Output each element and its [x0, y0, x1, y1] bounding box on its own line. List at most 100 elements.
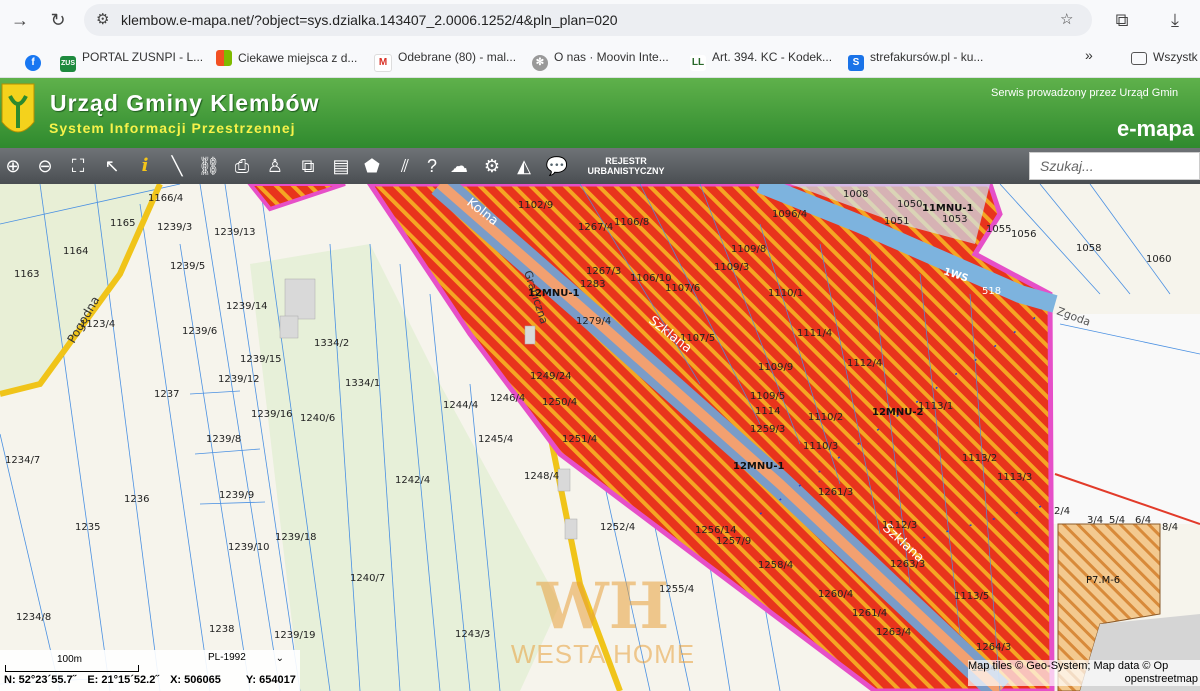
measure-ruler-icon[interactable]: ╲ [165, 154, 189, 178]
site-brand[interactable]: e-mapa [1117, 116, 1194, 142]
layout-icon[interactable]: ▤ [329, 154, 353, 178]
extensions-icon[interactable]: ⧉ [1110, 8, 1134, 32]
parcel-label: 1261/4 [852, 608, 887, 619]
parcel-label: 1109/9 [758, 362, 793, 373]
parcel-label: 1334/1 [345, 378, 380, 389]
layers-copy-icon[interactable]: ⧉ [296, 154, 320, 178]
parcel-label: 1334/2 [314, 338, 349, 349]
moovin-icon: ✻ [532, 55, 548, 71]
map-canvas[interactable]: 1166/4 1165 1239/3 1239/13 1164 1239/5 1… [0, 184, 1200, 691]
parcel-label: 1242/4 [395, 475, 430, 486]
settings-gears-icon[interactable]: ⚙ [480, 154, 504, 178]
parcel-label: 1244/4 [443, 400, 478, 411]
parcel-label: 1248/4 [524, 471, 559, 482]
site-header: Urząd Gminy Klembów System Informacji Pr… [0, 78, 1200, 148]
cursor-coordinates: N: 52°23´55.7˝ E: 21°15´52.2˝ X: 506065 … [4, 674, 304, 686]
crs-value: PL-1992 [208, 652, 246, 663]
parcel-label: 1283 [580, 279, 605, 290]
zone-label: 12MNU-2 [872, 407, 924, 418]
lexlege-icon: LL [690, 55, 706, 71]
parcel-label: 1249/24 [530, 371, 572, 382]
parcel-label: 3/4 [1087, 515, 1103, 526]
bookmark-strefa[interactable]: Sstrefakursów.pl - ku... [848, 50, 983, 71]
gmail-icon: M [374, 54, 392, 72]
map-view[interactable]: 1166/4 1165 1239/3 1239/13 1164 1239/5 1… [0, 184, 1200, 691]
help-icon[interactable]: ? [420, 154, 444, 178]
parcel-label: 1252/4 [600, 522, 635, 533]
bookmark-moovin[interactable]: ✻ O nas · Moovin Inte... [532, 50, 669, 71]
parcel-label: 1239/6 [182, 326, 217, 337]
street-view-icon[interactable]: ♙ [263, 154, 287, 178]
zone-label: P7.M-6 [1086, 575, 1120, 586]
download-icon[interactable]: ⤓ [1163, 8, 1187, 32]
reload-icon[interactable]: ↻ [46, 8, 70, 32]
zoom-extent-icon[interactable]: ⛶ [66, 154, 90, 178]
print-icon[interactable]: ⎙ [230, 154, 254, 178]
select-pointer-icon[interactable]: ↖ [100, 154, 124, 178]
rejestr-urbanistyczny-button[interactable]: REJESTR URBANISTYCZNY [578, 156, 674, 176]
site-title[interactable]: Urząd Gminy Klembów [50, 90, 319, 117]
parcel-label: 1239/3 [157, 222, 192, 233]
shape-icon[interactable]: ⬟ [360, 154, 384, 178]
url-text[interactable]: klembow.e-mapa.net/?object=sys.dzialka.1… [121, 12, 618, 28]
map-attribution: Map tiles © Geo-System; Map data © Op op… [968, 660, 1200, 686]
parcel-label: 1239/14 [226, 301, 268, 312]
parcel-label: 1058 [1076, 243, 1101, 254]
link-icon[interactable]: ⛓ [197, 154, 221, 178]
zone-label: 518 [982, 286, 1001, 297]
parcel-label: 1239/16 [251, 409, 293, 420]
star-icon[interactable]: ☆ [1060, 10, 1073, 28]
zus-icon: ZUS [60, 56, 76, 72]
parcel-label: 1257/9 [716, 536, 751, 547]
hatch-icon[interactable]: ⫽ [393, 154, 417, 178]
attribution-line-1: Map tiles © Geo-System; Map data © Op [968, 660, 1169, 672]
parcel-label: 1060 [1146, 254, 1171, 265]
bookmark-lexlege[interactable]: LL Art. 394. KC - Kodek... [690, 50, 832, 71]
parcel-label: 1239/19 [274, 630, 316, 641]
bookmark-zus[interactable]: ZUS PORTAL ZUSNPI - L... [60, 50, 203, 72]
parcel-label: 1258/4 [758, 560, 793, 571]
parcel-label: 1259/3 [750, 424, 785, 435]
parcel-label: 1239/18 [275, 532, 317, 543]
parcel-label: 1239/12 [218, 374, 260, 385]
scale-bar [5, 665, 139, 672]
terrain-icon[interactable]: ◭ [512, 154, 536, 178]
parcel-label: 1109/8 [731, 244, 766, 255]
forward-arrow-icon[interactable]: → [8, 8, 32, 32]
site-settings-icon[interactable]: ⚙ [96, 10, 109, 28]
coord-n: N: 52°23´55.7˝ [4, 674, 77, 686]
parcel-label: 1250/4 [542, 397, 577, 408]
search-input[interactable] [1029, 152, 1200, 180]
facebook-icon: f [25, 55, 41, 71]
parcel-label: 1260/4 [818, 589, 853, 600]
parcel-label: 1245/4 [478, 434, 513, 445]
all-bookmarks[interactable]: Wszystk [1131, 50, 1198, 65]
attribution-link[interactable]: openstreetmap [968, 673, 1200, 686]
bookmarks-overflow[interactable]: » [1085, 47, 1093, 63]
parcel-label: 1240/6 [300, 413, 335, 424]
parcel-label: 1239/13 [214, 227, 256, 238]
parcel-label: 1114 [755, 406, 780, 417]
chat-bubble-icon[interactable]: 💬 [545, 154, 569, 178]
url-box[interactable]: ⚙ klembow.e-mapa.net/?object=sys.dzialka… [84, 4, 1092, 36]
bookmark-label: strefakursów.pl - ku... [870, 50, 984, 64]
bookmark-label: O nas · Moovin Inte... [554, 50, 669, 64]
all-bookmarks-label: Wszystk [1153, 50, 1198, 64]
bookmark-facebook[interactable]: f [25, 50, 47, 71]
cloud-upload-icon[interactable]: ☁ [447, 154, 471, 178]
parcel-label: 1056 [1011, 229, 1036, 240]
info-icon[interactable]: i [133, 154, 157, 178]
parcel-label: 1239/9 [219, 490, 254, 501]
crs-select[interactable]: PL-1992 ⌄ [208, 652, 288, 670]
parcel-label: 1051 [884, 216, 909, 227]
parcel-label: 1166/4 [148, 193, 183, 204]
coat-of-arms-logo[interactable] [0, 82, 36, 144]
zoom-in-icon[interactable]: ⊕ [1, 154, 25, 178]
parcel-label: 1008 [843, 189, 868, 200]
bookmark-gmail[interactable]: M Odebrane (80) - mal... [374, 50, 516, 72]
bookmark-ciekawe[interactable]: Ciekawe miejsca z d... [216, 50, 357, 66]
parcel-label: 1113/3 [997, 472, 1032, 483]
bookmarks-bar: f ZUS PORTAL ZUSNPI - L... Ciekawe miejsc… [0, 40, 1200, 78]
zoom-out-icon[interactable]: ⊖ [33, 154, 57, 178]
zone-label: 12MNU-1 [528, 288, 580, 299]
